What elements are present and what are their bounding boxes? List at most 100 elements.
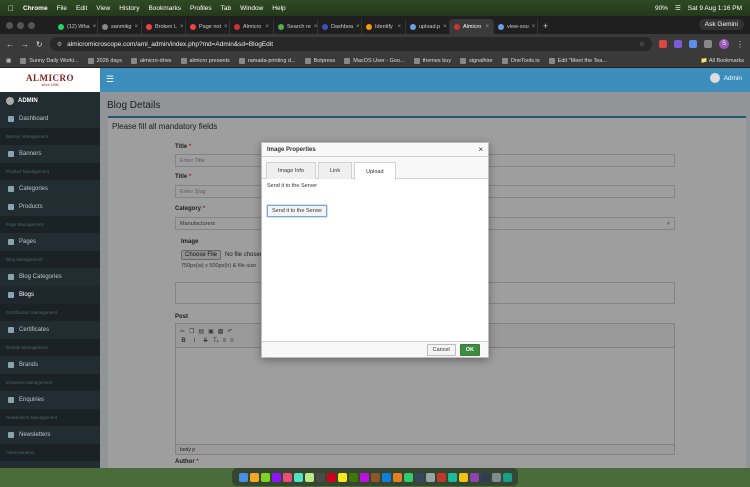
minimize-window-icon[interactable]	[17, 22, 24, 29]
dock-app-icon[interactable]	[238, 472, 248, 482]
dock-app-icon[interactable]	[326, 472, 336, 482]
dock-app-icon[interactable]	[359, 472, 369, 482]
browser-tab[interactable]: Broken L ×	[142, 19, 186, 34]
browser-tab[interactable]: (12) Wha ×	[54, 19, 98, 34]
dock-app-icon[interactable]	[260, 472, 270, 482]
dock-app-icon[interactable]	[480, 472, 490, 482]
menu-item[interactable]: View	[96, 5, 110, 12]
extension-icon[interactable]	[689, 40, 697, 48]
dock-app-icon[interactable]	[414, 472, 424, 482]
close-tab-icon[interactable]: ×	[224, 24, 228, 30]
cancel-button[interactable]: Cancel	[426, 343, 456, 356]
clock[interactable]: Sat 9 Aug 1:16 PM	[688, 5, 742, 12]
address-bar[interactable]: ⚙ almicromicroscope.com/aml_admin/index.…	[49, 37, 652, 51]
hamburger-icon[interactable]: ☰	[106, 74, 114, 85]
dock-app-icon[interactable]	[491, 472, 501, 482]
bookmark-item[interactable]: almicro-drive	[131, 57, 172, 64]
sidebar-item-newsletters[interactable]: Newsletters	[0, 426, 100, 444]
dialog-tab[interactable]: Link	[318, 162, 353, 179]
bookmark-item[interactable]: ramada-printing d...	[238, 57, 296, 64]
menu-item[interactable]: Bookmarks	[148, 5, 181, 12]
dock-app-icon[interactable]	[282, 472, 292, 482]
bookmark-star-icon[interactable]: ☆	[639, 40, 645, 48]
browser-tab[interactable]: view-sou ×	[494, 19, 538, 34]
browser-tab[interactable]: Almicro ×	[230, 19, 274, 34]
sidebar-item-enquiries[interactable]: Enquiries	[0, 391, 100, 409]
close-tab-icon[interactable]: ×	[532, 24, 536, 30]
send-to-server-button[interactable]: Send it to the Server	[267, 205, 328, 217]
dock-app-icon[interactable]	[392, 472, 402, 482]
url-text[interactable]: almicromicroscope.com/aml_admin/index.ph…	[67, 41, 273, 48]
apps-grid-icon[interactable]: ▦	[6, 58, 11, 64]
bookmark-item[interactable]: themes buy	[413, 57, 451, 64]
sidebar-item-products[interactable]: Products	[0, 198, 100, 216]
bookmark-item[interactable]: Edit "Meet the Tea...	[548, 57, 607, 64]
close-tab-icon[interactable]: ×	[443, 24, 447, 30]
dock-app-icon[interactable]	[370, 472, 380, 482]
extension-icon[interactable]	[674, 40, 682, 48]
sidebar-item-blogs[interactable]: Blogs	[0, 286, 100, 304]
bookmark-item[interactable]: 2026 days	[87, 57, 122, 64]
dock-app-icon[interactable]	[502, 472, 512, 482]
dock-app-icon[interactable]	[403, 472, 413, 482]
menu-item[interactable]: Edit	[76, 5, 87, 12]
menu-dots-icon[interactable]: ⋮	[736, 40, 744, 49]
menu-item[interactable]: Tab	[221, 5, 231, 12]
close-tab-icon[interactable]: ×	[134, 24, 138, 30]
menu-item[interactable]: Help	[272, 5, 285, 12]
dock-app-icon[interactable]	[469, 472, 479, 482]
sidebar-item-banners[interactable]: Banners	[0, 145, 100, 163]
sidebar-item-blog-categories[interactable]: Blog Categories	[0, 268, 100, 286]
zoom-window-icon[interactable]	[28, 22, 35, 29]
dock-app-icon[interactable]	[304, 472, 314, 482]
apple-icon[interactable]: 	[8, 4, 14, 13]
ok-button[interactable]: OK	[459, 343, 480, 356]
ask-gemini-button[interactable]: Ask Gemini	[698, 19, 744, 30]
browser-tab[interactable]: Identify ×	[362, 19, 406, 34]
logo[interactable]: ALMICRO since 1998	[0, 68, 100, 92]
menu-app-name[interactable]: Chrome	[23, 5, 48, 12]
extension-icon[interactable]	[659, 40, 667, 48]
close-tab-icon[interactable]: ×	[485, 24, 489, 30]
dock-app-icon[interactable]	[271, 472, 281, 482]
bookmark-item[interactable]: Botpress	[304, 57, 335, 64]
bookmark-item[interactable]: Sunny Daily Worki...	[20, 57, 79, 64]
bookmark-item[interactable]: signalhire	[460, 57, 493, 64]
dialog-tab[interactable]: Upload	[354, 162, 396, 180]
menu-item[interactable]: Window	[240, 5, 263, 12]
new-tab-button[interactable]: +	[538, 19, 553, 34]
dock-app-icon[interactable]	[436, 472, 446, 482]
menu-item[interactable]: Profiles	[190, 5, 212, 12]
bookmark-item[interactable]: almicro presents	[180, 57, 230, 64]
close-window-icon[interactable]	[6, 22, 13, 29]
dock-app-icon[interactable]	[458, 472, 468, 482]
dock-app-icon[interactable]	[293, 472, 303, 482]
close-tab-icon[interactable]: ×	[180, 24, 184, 30]
menu-item[interactable]: History	[119, 5, 139, 12]
all-bookmarks[interactable]: 📁 All Bookmarks	[701, 58, 744, 64]
browser-tab[interactable]: Almicro ×	[450, 19, 494, 34]
browser-tab[interactable]: Search re ×	[274, 19, 318, 34]
battery-status[interactable]: 90%	[655, 5, 668, 12]
close-tab-icon[interactable]: ×	[93, 24, 97, 30]
dock-app-icon[interactable]	[381, 472, 391, 482]
sidebar-item-certificates[interactable]: Certificates	[0, 321, 100, 339]
browser-tab[interactable]: upload.p ×	[406, 19, 450, 34]
close-icon[interactable]: ×	[478, 145, 483, 154]
wifi-icon[interactable]: ☰	[675, 4, 681, 12]
dock-app-icon[interactable]	[447, 472, 457, 482]
site-info-icon[interactable]: ⚙	[57, 41, 62, 48]
admin-user-menu[interactable]: Admin	[709, 73, 742, 83]
menu-item[interactable]: File	[57, 5, 67, 12]
dock-app-icon[interactable]	[315, 472, 325, 482]
sidebar-item-dashboard[interactable]: Dashboard	[0, 110, 100, 128]
browser-tab[interactable]: sanmikg ×	[98, 19, 142, 34]
dock-app-icon[interactable]	[337, 472, 347, 482]
sidebar-item-categories[interactable]: Categories	[0, 180, 100, 198]
profile-avatar[interactable]: S	[719, 39, 729, 49]
bookmark-item[interactable]: MacOS User - Goo...	[344, 57, 405, 64]
close-tab-icon[interactable]: ×	[314, 24, 317, 30]
dock-app-icon[interactable]	[425, 472, 435, 482]
back-icon[interactable]: ←	[6, 40, 14, 49]
dock-app-icon[interactable]	[348, 472, 358, 482]
